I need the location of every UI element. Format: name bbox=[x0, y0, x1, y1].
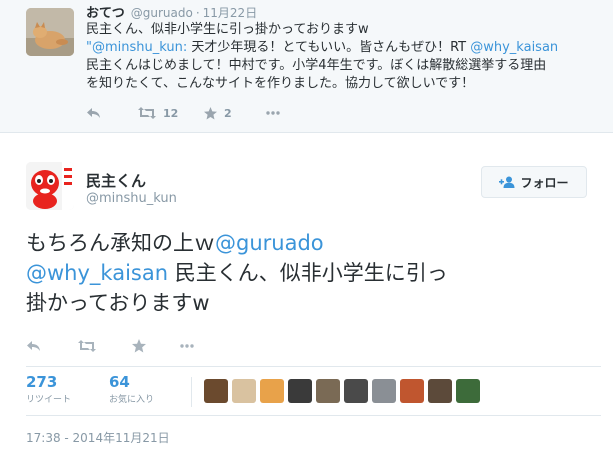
main-favorite-button[interactable] bbox=[132, 339, 180, 353]
divider bbox=[26, 415, 601, 416]
main-tweet-text: もちろん承知の上ｗ@guruado @why_kaisan 民主くん、似非小学生に… bbox=[26, 228, 601, 318]
main-timestamp[interactable]: 17:38 - 2014年11月21日 bbox=[26, 429, 170, 446]
favorites-count: 64 bbox=[109, 373, 130, 391]
tweet-text-line: 掛かっておりますw bbox=[26, 288, 601, 318]
text-segment: もちろん承知の上ｗ bbox=[26, 231, 215, 255]
more-button[interactable] bbox=[266, 111, 280, 115]
parent-avatar[interactable] bbox=[26, 8, 74, 56]
mention-link[interactable]: @why_kaisan bbox=[470, 40, 558, 55]
parent-timestamp[interactable]: 11月22日 bbox=[203, 6, 258, 20]
main-more-button[interactable] bbox=[180, 344, 194, 348]
main-avatar[interactable] bbox=[26, 162, 74, 210]
main-retweet-button[interactable] bbox=[78, 340, 132, 352]
favorite-button[interactable]: 2 bbox=[204, 106, 266, 120]
tweet-stats: 273 リツイート 64 お気に入り bbox=[26, 373, 154, 407]
favorite-icon bbox=[132, 339, 146, 353]
favoriter-avatar[interactable] bbox=[344, 379, 368, 403]
main-actions bbox=[26, 337, 194, 355]
parent-tweet-text: 民主くん、似非小学生に引っ掛かっておりますw "@minshu_kun: 天才少年… bbox=[86, 21, 596, 93]
separator-dot: · bbox=[195, 6, 200, 20]
text-segment: 民主くん、似非小学生に引っ掛かっておりますw bbox=[86, 22, 369, 37]
more-icon bbox=[180, 344, 194, 348]
reply-icon bbox=[27, 341, 40, 351]
mention-link[interactable]: @guruado bbox=[215, 231, 324, 255]
favoriter-avatar[interactable] bbox=[204, 379, 228, 403]
retweet-count: 12 bbox=[163, 106, 179, 120]
text-segment: 掛かっておりますw bbox=[26, 291, 210, 315]
more-icon bbox=[266, 111, 280, 115]
favoriter-avatar[interactable] bbox=[372, 379, 396, 403]
favoriter-avatar[interactable] bbox=[456, 379, 480, 403]
main-author-handle[interactable]: @minshu_kun bbox=[86, 191, 177, 206]
tweet-text-line: @why_kaisan 民主くん、似非小学生に引っ bbox=[26, 258, 601, 288]
parent-author-name[interactable]: おてつ bbox=[86, 6, 125, 21]
tweet-text-line: もちろん承知の上ｗ@guruado bbox=[26, 228, 601, 258]
favorite-count: 2 bbox=[224, 106, 232, 120]
favoriter-avatar[interactable] bbox=[428, 379, 452, 403]
text-segment: 民主くんはじめまして！中村です。小学4年生です。ぼくは解散総選挙する理由 bbox=[86, 58, 547, 73]
reply-button[interactable] bbox=[86, 107, 138, 119]
retweet-button[interactable]: 12 bbox=[138, 107, 204, 120]
cat-avatar-image bbox=[26, 8, 74, 56]
favoriter-avatar[interactable] bbox=[232, 379, 256, 403]
retweet-icon bbox=[78, 340, 96, 352]
mention-link[interactable]: "@minshu_kun: bbox=[86, 40, 187, 55]
follow-button[interactable]: フォロー bbox=[481, 166, 587, 198]
favoriter-avatar[interactable] bbox=[316, 379, 340, 403]
favoriter-avatar[interactable] bbox=[260, 379, 284, 403]
favorites-label: お気に入り bbox=[109, 395, 155, 405]
tweet-text-line: を知りたくて、こんなサイトを作りました。協力して欲しいです！ bbox=[86, 75, 596, 93]
retweets-label: リツイート bbox=[26, 395, 72, 405]
main-reply-button[interactable] bbox=[26, 340, 78, 352]
favorite-icon bbox=[204, 106, 217, 119]
parent-tweet[interactable]: おてつ @guruado · 11月22日 民主くん、似非小学生に引っ掛かっております… bbox=[0, 0, 613, 133]
parent-author-handle[interactable]: @guruado bbox=[131, 6, 193, 20]
text-segment: 天才少年現る！とてもいい。皆さんもぜひ！RT bbox=[187, 40, 471, 55]
retweets-stat[interactable]: 273 リツイート bbox=[26, 373, 109, 407]
mention-link[interactable]: @why_kaisan bbox=[26, 261, 168, 285]
favoriter-avatars bbox=[204, 379, 484, 403]
tweet-text-line: "@minshu_kun: 天才少年現る！とてもいい。皆さんもぜひ！RT @wh… bbox=[86, 39, 596, 57]
retweets-count: 273 bbox=[26, 373, 58, 391]
favoriter-avatar[interactable] bbox=[400, 379, 424, 403]
follow-person-icon bbox=[499, 176, 515, 188]
follow-button-label: フォロー bbox=[520, 175, 569, 190]
tweet-text-line: 民主くんはじめまして！中村です。小学4年生です。ぼくは解散総選挙する理由 bbox=[86, 57, 596, 75]
mascot-avatar-image bbox=[26, 162, 74, 210]
divider bbox=[26, 366, 601, 367]
main-author-name[interactable]: 民主くん bbox=[86, 170, 146, 191]
tweet-text-line: 民主くん、似非小学生に引っ掛かっておりますw bbox=[86, 21, 596, 39]
text-segment: 民主くん、似非小学生に引っ bbox=[168, 261, 448, 285]
favorites-stat[interactable]: 64 お気に入り bbox=[109, 373, 154, 407]
text-segment: を知りたくて、こんなサイトを作りました。協力して欲しいです！ bbox=[86, 76, 475, 91]
favoriter-avatar[interactable] bbox=[288, 379, 312, 403]
stats-separator bbox=[191, 377, 192, 407]
retweet-icon bbox=[138, 107, 156, 119]
reply-icon bbox=[87, 108, 100, 118]
parent-actions: 12 2 bbox=[86, 104, 280, 122]
